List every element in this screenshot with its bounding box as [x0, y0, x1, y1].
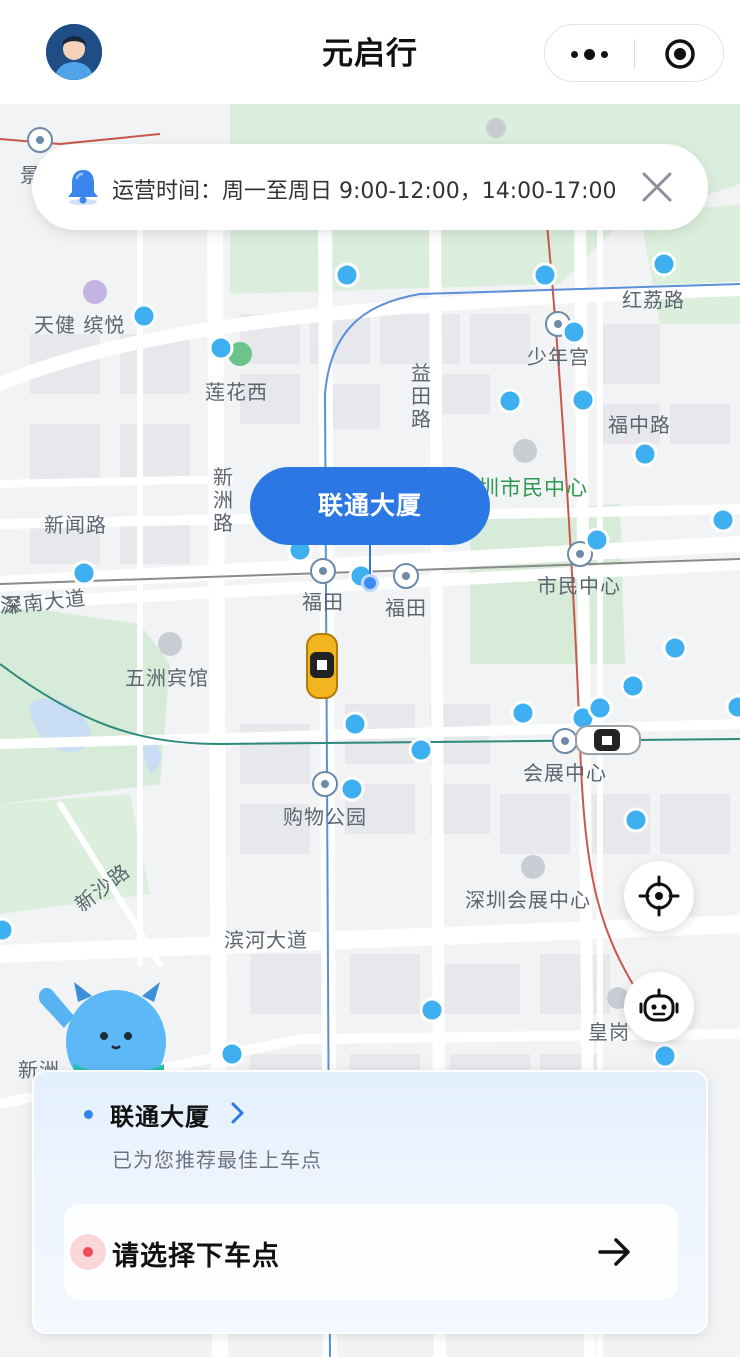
- miniprogram-close-icon: [665, 39, 695, 69]
- road-label-vertical: 益田路: [411, 361, 431, 431]
- poi-label: 天健 缤悦: [34, 313, 126, 337]
- road-label: 新闻路: [44, 513, 107, 537]
- edge-label: 深: [0, 593, 21, 617]
- miniprogram-capsule: [544, 24, 724, 82]
- station-label: 皇岗: [588, 1020, 630, 1044]
- more-dots-icon: [568, 48, 611, 60]
- operating-hours-text: 运营时间：周一至周日 9:00-12:00，14:00-17:00: [112, 179, 617, 204]
- crosshair-icon: [638, 875, 680, 917]
- assistant-button[interactable]: [624, 972, 694, 1042]
- destination-dot: [83, 1247, 93, 1257]
- taxi-white: [575, 725, 641, 755]
- locate-button[interactable]: [624, 861, 694, 931]
- pickup-hint: 已为您推荐最佳上车点: [112, 1148, 322, 1172]
- station-label: 莲花西: [205, 380, 268, 404]
- station-label: 市民中心: [537, 574, 621, 598]
- close-icon[interactable]: [639, 169, 675, 205]
- location-pin-dot: [361, 574, 379, 592]
- taxi-yellow: [306, 633, 338, 699]
- more-button[interactable]: [545, 25, 634, 83]
- top-bar: 元启行: [0, 0, 740, 104]
- destination-placeholder: 请选择下车点: [112, 1241, 280, 1272]
- robot-icon: [639, 988, 679, 1022]
- miniprogram-close-button[interactable]: [635, 25, 725, 83]
- pickup-location-name[interactable]: 联通大厦: [110, 1097, 210, 1132]
- location-pin-stem: [369, 544, 371, 576]
- road-label: 滨河大道: [224, 928, 308, 952]
- poi-label: 五洲宾馆: [125, 666, 209, 690]
- road-label-vertical: 新洲路: [213, 465, 233, 535]
- station-label: 会展中心: [523, 761, 607, 785]
- operating-hours-notice: 运营时间：周一至周日 9:00-12:00，14:00-17:00: [32, 144, 708, 230]
- destination-field[interactable]: 请选择下车点: [64, 1204, 678, 1300]
- station-label: 少年宫: [527, 345, 590, 369]
- station-label: 福田: [385, 596, 427, 620]
- trip-panel: 联通大厦 已为您推荐最佳上车点 请选择下车点: [32, 1070, 708, 1334]
- mascot-illustration: [38, 982, 166, 1082]
- pickup-location-bubble[interactable]: 联通大厦: [250, 467, 490, 545]
- bell-icon: [68, 170, 98, 205]
- road-label: 福中路: [608, 413, 671, 437]
- arrow-right-icon[interactable]: [594, 1232, 634, 1272]
- station-label: 福田: [302, 590, 344, 614]
- chevron-right-icon[interactable]: [230, 1100, 246, 1126]
- poi-label-park: 圳市民中心: [478, 476, 588, 500]
- road-label: 红荔路: [622, 288, 685, 312]
- poi-label: 深圳会展中心: [465, 888, 591, 912]
- station-label: 购物公园: [283, 805, 367, 829]
- pickup-dot: [84, 1110, 93, 1119]
